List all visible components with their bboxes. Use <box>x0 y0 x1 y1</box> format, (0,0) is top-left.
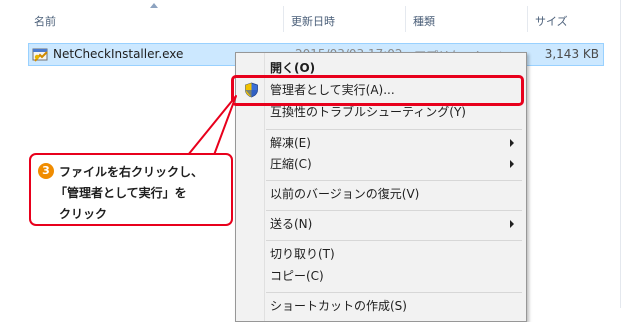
callout-line-3: クリック <box>59 207 108 221</box>
submenu-arrow-icon <box>510 139 514 147</box>
menu-item-restore-previous[interactable]: 以前のバージョンの復元(V) <box>238 183 524 205</box>
column-size[interactable]: サイズ <box>529 0 609 32</box>
column-divider[interactable] <box>405 6 406 32</box>
instruction-callout: 3 ファイルを右クリックし、 「管理者として実行」を クリック <box>29 153 233 226</box>
menu-separator <box>266 210 522 211</box>
menu-item-label: 送る(N) <box>270 217 313 231</box>
menu-item-label: 以前のバージョンの復元(V) <box>270 187 420 201</box>
menu-item-copy[interactable]: コピー(C) <box>238 265 524 287</box>
step-number-badge: 3 <box>38 163 54 179</box>
menu-item-label: 開く(O) <box>270 61 316 75</box>
column-type[interactable]: 種類 <box>407 0 527 32</box>
column-divider[interactable] <box>527 6 528 32</box>
menu-item-create-shortcut[interactable]: ショートカットの作成(S) <box>238 295 524 317</box>
column-header: 名前 更新日時 種類 サイズ <box>0 0 621 32</box>
submenu-arrow-icon <box>510 160 514 168</box>
column-divider[interactable] <box>283 6 284 32</box>
column-name[interactable]: 名前 <box>28 0 283 32</box>
file-size: 3,143 KB <box>544 47 599 61</box>
menu-item-send-to[interactable]: 送る(N) <box>238 213 524 235</box>
callout-line-1: ファイルを右クリックし、 <box>59 165 204 179</box>
menu-item-extract[interactable]: 解凍(E) <box>238 132 524 154</box>
menu-separator <box>266 240 522 241</box>
menu-item-label: 解凍(E) <box>270 136 311 150</box>
menu-separator <box>266 129 522 130</box>
menu-item-label: コピー(C) <box>270 269 324 283</box>
menu-item-cut[interactable]: 切り取り(T) <box>238 243 524 265</box>
column-date[interactable]: 更新日時 <box>285 0 405 32</box>
menu-separator <box>266 180 522 181</box>
menu-item-label: ショートカットの作成(S) <box>270 299 407 313</box>
callout-line-2: 「管理者として実行」を <box>55 186 187 200</box>
menu-item-label: 互換性のトラブルシューティング(Y) <box>270 105 466 119</box>
menu-item-label: 切り取り(T) <box>270 247 335 261</box>
menu-item-compress[interactable]: 圧縮(C) <box>238 153 524 175</box>
installer-icon <box>32 48 48 62</box>
file-name: NetCheckInstaller.exe <box>53 47 184 61</box>
highlight-box <box>231 75 524 106</box>
menu-separator <box>266 292 522 293</box>
menu-item-label: 圧縮(C) <box>270 157 312 171</box>
submenu-arrow-icon <box>510 220 514 228</box>
